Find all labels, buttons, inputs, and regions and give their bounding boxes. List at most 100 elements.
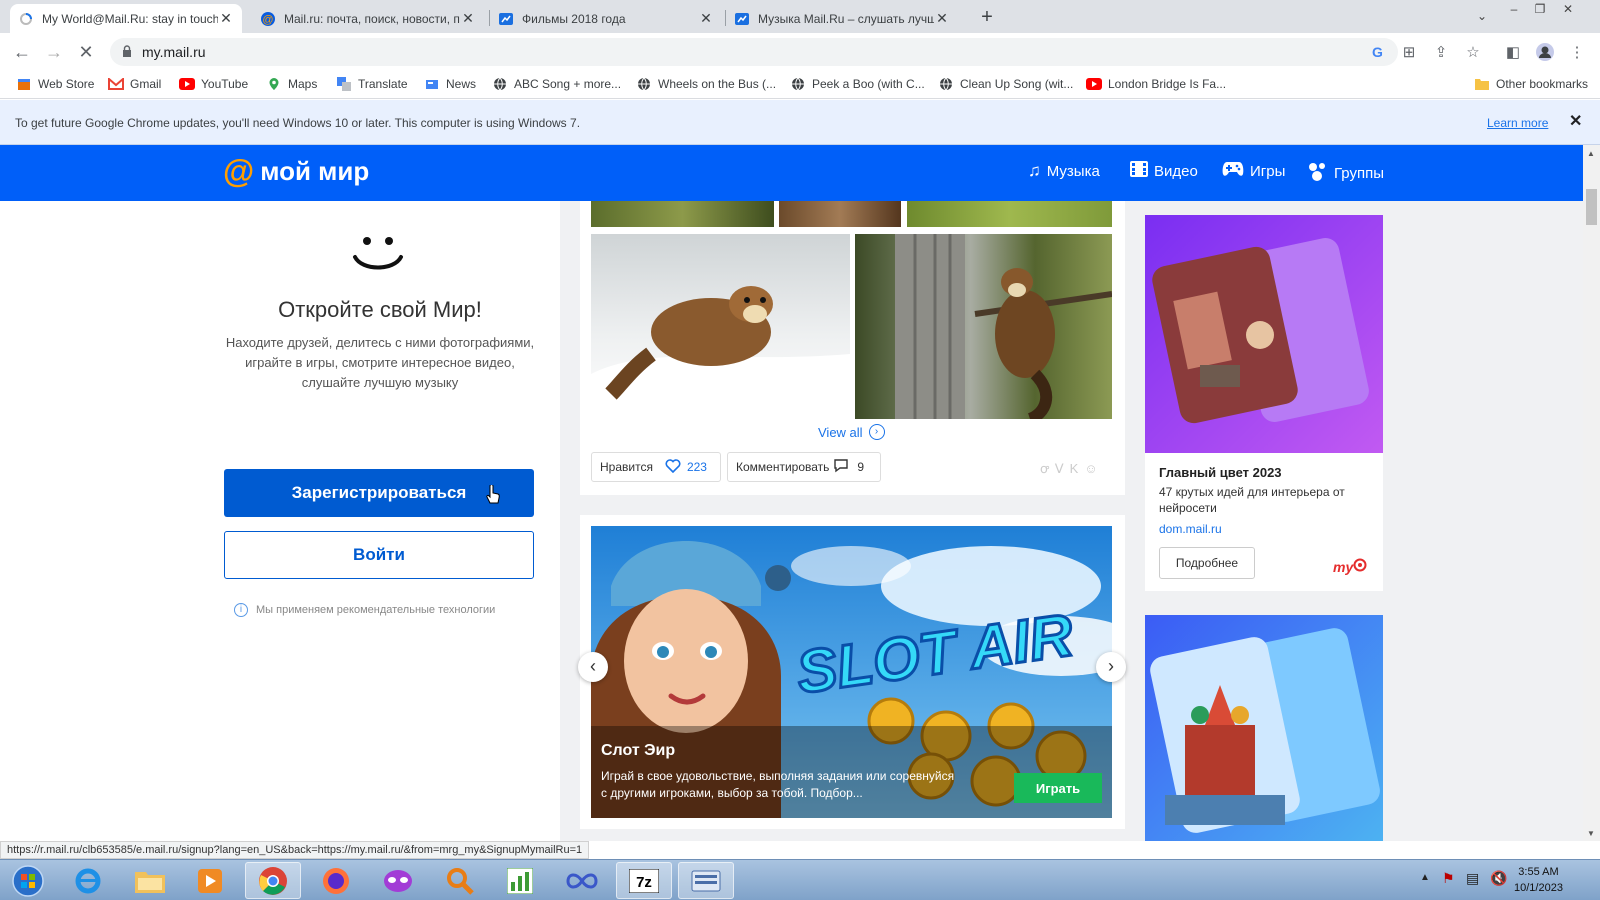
restore-icon[interactable]: ❐ (1528, 0, 1552, 20)
window-close-icon[interactable]: ✕ (1556, 0, 1580, 20)
back-icon[interactable]: ← (10, 41, 34, 65)
7zip-icon[interactable]: 7z (616, 862, 672, 899)
odnoklassniki-icon[interactable]: ꝍ (1040, 461, 1055, 476)
chrome-update-infobar: To get future Google Chrome updates, you… (0, 100, 1600, 145)
maps-icon (266, 76, 282, 92)
ad-image-moscow[interactable] (1145, 615, 1383, 841)
bookmark-star-icon[interactable]: ☆ (1462, 41, 1484, 63)
bookmark-gmail[interactable]: Gmail (108, 76, 161, 92)
nav-groups[interactable]: Группы (1306, 161, 1384, 186)
volume-muted-icon[interactable]: 🔇 (1490, 870, 1507, 887)
tab-title: My World@Mail.Ru: stay in touch (42, 11, 218, 26)
menu-kebab-icon[interactable]: ⋮ (1566, 41, 1588, 63)
action-center-icon[interactable]: ⚑ (1442, 870, 1455, 887)
scroll-down-icon[interactable]: ▼ (1587, 829, 1595, 838)
side-panel-icon[interactable]: ◧ (1502, 41, 1524, 63)
tray-expand-icon[interactable]: ▲ (1420, 872, 1430, 883)
bookmark-abc-song[interactable]: ABC Song + more... (492, 76, 621, 92)
bookmark-peek-a-boo[interactable]: Peek a Boo (with C... (790, 76, 925, 92)
ad-domain-link[interactable]: dom.mail.ru (1159, 522, 1222, 536)
translate-page-icon[interactable]: ⊞ (1398, 41, 1420, 63)
profile-avatar-icon[interactable] (1534, 41, 1556, 63)
system-clock[interactable]: 3:55 AM 10/1/2023 (1514, 864, 1563, 896)
chart-app-icon[interactable] (492, 862, 548, 899)
keyboard-app-icon[interactable] (678, 862, 734, 899)
close-infobar-icon[interactable]: ✕ (1569, 111, 1582, 131)
marten-tree-photo[interactable] (855, 234, 1112, 419)
tab-my-world[interactable]: My World@Mail.Ru: stay in touch ✕ (10, 4, 242, 33)
bookmark-clean-up-song[interactable]: Clean Up Song (wit... (938, 76, 1073, 92)
login-button[interactable]: Войти (224, 531, 534, 579)
video-icon (498, 11, 514, 27)
search-magnifier-icon[interactable] (432, 862, 488, 899)
clock-date: 10/1/2023 (1514, 882, 1563, 894)
comment-button[interactable]: Комментировать 9 (727, 452, 881, 482)
tab-music[interactable]: Музыка Mail.Ru – слушать лучш ✕ (726, 4, 958, 33)
slot-air-banner[interactable]: SLOT AIR Слот Эир Играй в свое удовольст… (591, 526, 1112, 818)
internet-explorer-icon[interactable] (60, 862, 116, 899)
minimize-icon[interactable]: – (1502, 0, 1526, 20)
start-button[interactable] (0, 862, 56, 899)
ad-image-interior (1145, 215, 1383, 453)
close-tab-icon[interactable]: ✕ (934, 10, 950, 27)
globe-icon (938, 76, 954, 92)
post-photo[interactable] (591, 201, 774, 227)
bookmark-translate[interactable]: Translate (336, 76, 408, 92)
scroll-up-icon[interactable]: ▲ (1587, 149, 1595, 158)
close-tab-icon[interactable]: ✕ (460, 10, 476, 27)
like-button[interactable]: Нравится 223 (591, 452, 721, 482)
close-tab-icon[interactable]: ✕ (218, 10, 234, 27)
nav-video[interactable]: Видео (1130, 161, 1198, 182)
bookmark-maps[interactable]: Maps (266, 76, 317, 92)
bookmark-youtube[interactable]: YouTube (179, 76, 248, 92)
page-scrollbar[interactable]: ▲ ▼ (1583, 145, 1600, 841)
forward-icon[interactable]: → (42, 41, 66, 65)
tab-films[interactable]: Фильмы 2018 года ✕ (490, 4, 722, 33)
media-player-icon[interactable] (182, 862, 238, 899)
play-button[interactable]: Играть (1014, 773, 1102, 803)
moi-mir-share-icon[interactable]: ☺ (1084, 461, 1103, 476)
firefox-icon[interactable] (308, 862, 364, 899)
clock-time: 3:55 AM (1518, 866, 1559, 878)
bookmark-wheels-on-the-bus[interactable]: Wheels on the Bus (... (636, 76, 776, 92)
moi-mir-logo[interactable]: @ мой мир (223, 155, 369, 187)
address-bar[interactable]: my.mail.ru (110, 38, 1398, 66)
close-tab-icon[interactable]: ✕ (698, 10, 714, 27)
bookmark-web-store[interactable]: Web Store (16, 76, 94, 92)
recommendation-notice[interactable]: i Мы применяем рекомендательные технолог… (234, 603, 495, 617)
globe-icon (492, 76, 508, 92)
tab-mail-ru[interactable]: @ Mail.ru: почта, поиск, новости, п ✕ (252, 4, 484, 33)
nav-games[interactable]: Игры (1222, 161, 1285, 182)
register-button[interactable]: Зарегистрироваться (224, 469, 534, 517)
windows-taskbar: 7z ▲ ⚑ ▤ 🔇 3:55 AM 10/1/2023 (0, 859, 1600, 900)
ad-card-interior[interactable]: Главный цвет 2023 47 крутых идей для инт… (1145, 215, 1383, 591)
share-icon[interactable]: ⇪ (1430, 41, 1452, 63)
infinity-app-icon[interactable] (554, 862, 610, 899)
new-tab-button[interactable]: + (975, 6, 999, 29)
marten-snow-photo[interactable] (591, 234, 850, 419)
other-bookmarks[interactable]: Other bookmarks (1474, 76, 1588, 92)
carousel-prev-icon[interactable]: ‹ (578, 652, 608, 682)
gamepad-icon (1222, 161, 1244, 182)
post-photo[interactable] (779, 201, 901, 227)
share-icons-row[interactable]: ꝍᐯK☺ (1040, 459, 1104, 477)
bookmark-london-bridge[interactable]: London Bridge Is Fa... (1086, 76, 1226, 92)
post-photo[interactable] (907, 201, 1112, 227)
nav-music[interactable]: ♫ Музыка (1028, 161, 1100, 181)
tab-search-icon[interactable]: ⌄ (1470, 7, 1494, 27)
file-explorer-icon[interactable] (122, 862, 178, 899)
lock-icon[interactable] (122, 45, 132, 61)
view-all-link[interactable]: View all › (818, 424, 885, 440)
chrome-taskbar-icon[interactable] (245, 862, 301, 899)
ad-more-button[interactable]: Подробнее (1159, 547, 1255, 579)
vk-icon[interactable]: ᐯK (1055, 461, 1085, 476)
network-icon[interactable]: ▤ (1466, 870, 1479, 887)
scrollbar-thumb[interactable] (1586, 189, 1597, 225)
carousel-next-icon[interactable]: › (1096, 652, 1126, 682)
bookmark-news[interactable]: News (424, 76, 476, 92)
stop-loading-icon[interactable]: ✕ (74, 41, 98, 65)
google-g-icon[interactable]: G (1366, 41, 1388, 63)
svg-text:G: G (1372, 45, 1383, 60)
mask-app-icon[interactable] (370, 862, 426, 899)
learn-more-link[interactable]: Learn more (1487, 116, 1548, 130)
